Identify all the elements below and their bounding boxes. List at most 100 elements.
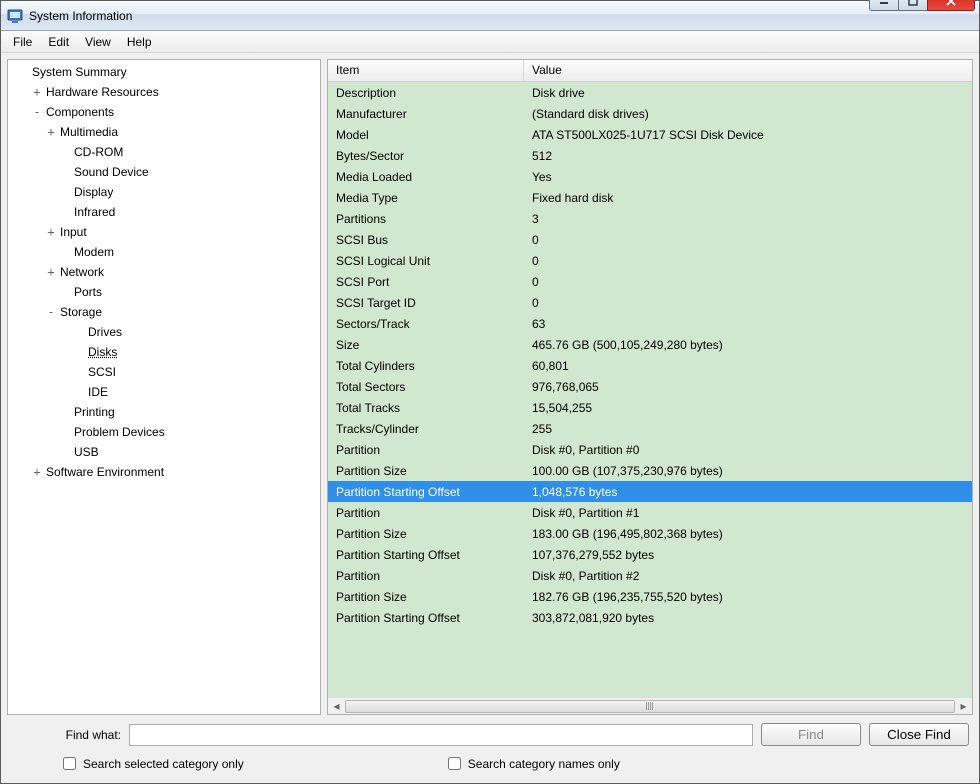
tree-node[interactable]: Display bbox=[12, 182, 316, 202]
expand-icon[interactable]: + bbox=[44, 222, 58, 242]
tree-node-label[interactable]: Display bbox=[72, 182, 115, 202]
table-row[interactable]: SCSI Logical Unit0 bbox=[328, 250, 972, 271]
tree-node-label[interactable]: System Summary bbox=[30, 62, 129, 82]
tree-node-label[interactable]: Network bbox=[58, 262, 106, 282]
tree-node[interactable]: Drives bbox=[12, 322, 316, 342]
tree-node[interactable]: Ports bbox=[12, 282, 316, 302]
tree-node[interactable]: Infrared bbox=[12, 202, 316, 222]
tree-node-label[interactable]: Input bbox=[58, 222, 89, 242]
col-header-item[interactable]: Item bbox=[328, 60, 524, 81]
table-row[interactable]: DescriptionDisk drive bbox=[328, 82, 972, 103]
table-row[interactable]: Partition Starting Offset107,376,279,552… bbox=[328, 544, 972, 565]
table-row[interactable]: PartitionDisk #0, Partition #1 bbox=[328, 502, 972, 523]
tree-node[interactable]: USB bbox=[12, 442, 316, 462]
table-header[interactable]: Item Value bbox=[328, 60, 972, 82]
tree-node[interactable]: -Components bbox=[12, 102, 316, 122]
chk-selected-category-box[interactable] bbox=[63, 757, 76, 770]
collapse-icon[interactable]: - bbox=[44, 302, 58, 322]
tree-node[interactable]: +Multimedia bbox=[12, 122, 316, 142]
menu-file[interactable]: File bbox=[5, 33, 40, 51]
scroll-left-icon[interactable]: ◂ bbox=[328, 698, 345, 715]
table-row[interactable]: Total Sectors976,768,065 bbox=[328, 376, 972, 397]
tree-node-label[interactable]: IDE bbox=[86, 382, 110, 402]
expand-icon[interactable]: + bbox=[30, 82, 44, 102]
tree-node[interactable]: Disks bbox=[12, 342, 316, 362]
tree-node-label[interactable]: Sound Device bbox=[72, 162, 151, 182]
menu-edit[interactable]: Edit bbox=[40, 33, 77, 51]
table-row[interactable]: Tracks/Cylinder255 bbox=[328, 418, 972, 439]
menu-view[interactable]: View bbox=[77, 33, 119, 51]
tree-node[interactable]: CD-ROM bbox=[12, 142, 316, 162]
table-row[interactable]: PartitionDisk #0, Partition #2 bbox=[328, 565, 972, 586]
tree-node-label[interactable]: Printing bbox=[72, 402, 117, 422]
tree-node-label[interactable]: Hardware Resources bbox=[44, 82, 161, 102]
tree-node[interactable]: SCSI bbox=[12, 362, 316, 382]
minimize-button[interactable] bbox=[869, 0, 899, 11]
table-row[interactable]: Size465.76 GB (500,105,249,280 bytes) bbox=[328, 334, 972, 355]
table-row[interactable]: Sectors/Track63 bbox=[328, 313, 972, 334]
tree-node-label[interactable]: Multimedia bbox=[58, 122, 120, 142]
close-find-button[interactable]: Close Find bbox=[869, 723, 969, 746]
tree-node-label[interactable]: Ports bbox=[72, 282, 104, 302]
tree-node-label[interactable]: SCSI bbox=[86, 362, 118, 382]
titlebar[interactable]: System Information bbox=[1, 1, 979, 31]
scroll-track[interactable] bbox=[345, 698, 955, 715]
chk-category-names-box[interactable] bbox=[448, 757, 461, 770]
table-row[interactable]: Partition Starting Offset303,872,081,920… bbox=[328, 607, 972, 628]
category-tree[interactable]: System Summary+Hardware Resources-Compon… bbox=[8, 60, 320, 484]
table-body[interactable]: DescriptionDisk driveManufacturer(Standa… bbox=[328, 82, 972, 697]
tree-node[interactable]: +Hardware Resources bbox=[12, 82, 316, 102]
tree-node-label[interactable]: USB bbox=[72, 442, 101, 462]
h-scrollbar[interactable]: ◂ ▸ bbox=[328, 697, 972, 714]
tree-node-label[interactable]: Infrared bbox=[72, 202, 117, 222]
table-row[interactable]: Total Cylinders60,801 bbox=[328, 355, 972, 376]
table-row[interactable]: Partition Starting Offset1,048,576 bytes bbox=[328, 481, 972, 502]
maximize-button[interactable] bbox=[898, 0, 928, 11]
tree-node[interactable]: +Software Environment bbox=[12, 462, 316, 482]
table-row[interactable]: Partition Size183.00 GB (196,495,802,368… bbox=[328, 523, 972, 544]
tree-node-label[interactable]: Problem Devices bbox=[72, 422, 167, 442]
tree-node-label[interactable]: Components bbox=[44, 102, 116, 122]
tree-node-label[interactable]: Modem bbox=[72, 242, 116, 262]
tree-node[interactable]: +Input bbox=[12, 222, 316, 242]
scroll-thumb[interactable] bbox=[345, 700, 955, 713]
tree-node-label[interactable]: Disks bbox=[86, 342, 119, 362]
table-row[interactable]: Partitions3 bbox=[328, 208, 972, 229]
find-button[interactable]: Find bbox=[761, 723, 861, 746]
tree-node-label[interactable]: Storage bbox=[58, 302, 104, 322]
tree-node[interactable]: -Storage bbox=[12, 302, 316, 322]
tree-node[interactable]: +Network bbox=[12, 262, 316, 282]
tree-node[interactable]: Printing bbox=[12, 402, 316, 422]
table-row[interactable]: Media LoadedYes bbox=[328, 166, 972, 187]
table-row[interactable]: ModelATA ST500LX025-1U717 SCSI Disk Devi… bbox=[328, 124, 972, 145]
tree-node-label[interactable]: Drives bbox=[86, 322, 124, 342]
table-row[interactable]: Partition Size100.00 GB (107,375,230,976… bbox=[328, 460, 972, 481]
table-row[interactable]: Bytes/Sector512 bbox=[328, 145, 972, 166]
tree-node-label[interactable]: CD-ROM bbox=[72, 142, 125, 162]
table-row[interactable]: Media TypeFixed hard disk bbox=[328, 187, 972, 208]
expand-icon[interactable]: + bbox=[44, 262, 58, 282]
tree-node[interactable]: Modem bbox=[12, 242, 316, 262]
expand-icon[interactable]: + bbox=[44, 122, 58, 142]
table-row[interactable]: SCSI Port0 bbox=[328, 271, 972, 292]
table-row[interactable]: Total Tracks15,504,255 bbox=[328, 397, 972, 418]
close-button[interactable] bbox=[927, 0, 975, 11]
menu-help[interactable]: Help bbox=[119, 33, 160, 51]
expand-icon[interactable]: + bbox=[30, 462, 44, 482]
tree-node-label[interactable]: Software Environment bbox=[44, 462, 166, 482]
collapse-icon[interactable]: - bbox=[30, 102, 44, 122]
table-row[interactable]: Partition Size182.76 GB (196,235,755,520… bbox=[328, 586, 972, 607]
chk-selected-category[interactable]: Search selected category only bbox=[59, 754, 244, 773]
chk-category-names[interactable]: Search category names only bbox=[444, 754, 620, 773]
table-row[interactable]: Manufacturer(Standard disk drives) bbox=[328, 103, 972, 124]
table-row[interactable]: SCSI Target ID0 bbox=[328, 292, 972, 313]
table-row[interactable]: SCSI Bus0 bbox=[328, 229, 972, 250]
tree-node[interactable]: Sound Device bbox=[12, 162, 316, 182]
scroll-right-icon[interactable]: ▸ bbox=[955, 698, 972, 715]
tree-node[interactable]: IDE bbox=[12, 382, 316, 402]
table-row[interactable]: PartitionDisk #0, Partition #0 bbox=[328, 439, 972, 460]
tree-node[interactable]: System Summary bbox=[12, 62, 316, 82]
tree-node[interactable]: Problem Devices bbox=[12, 422, 316, 442]
find-input[interactable] bbox=[129, 724, 753, 746]
col-header-value[interactable]: Value bbox=[524, 60, 972, 81]
